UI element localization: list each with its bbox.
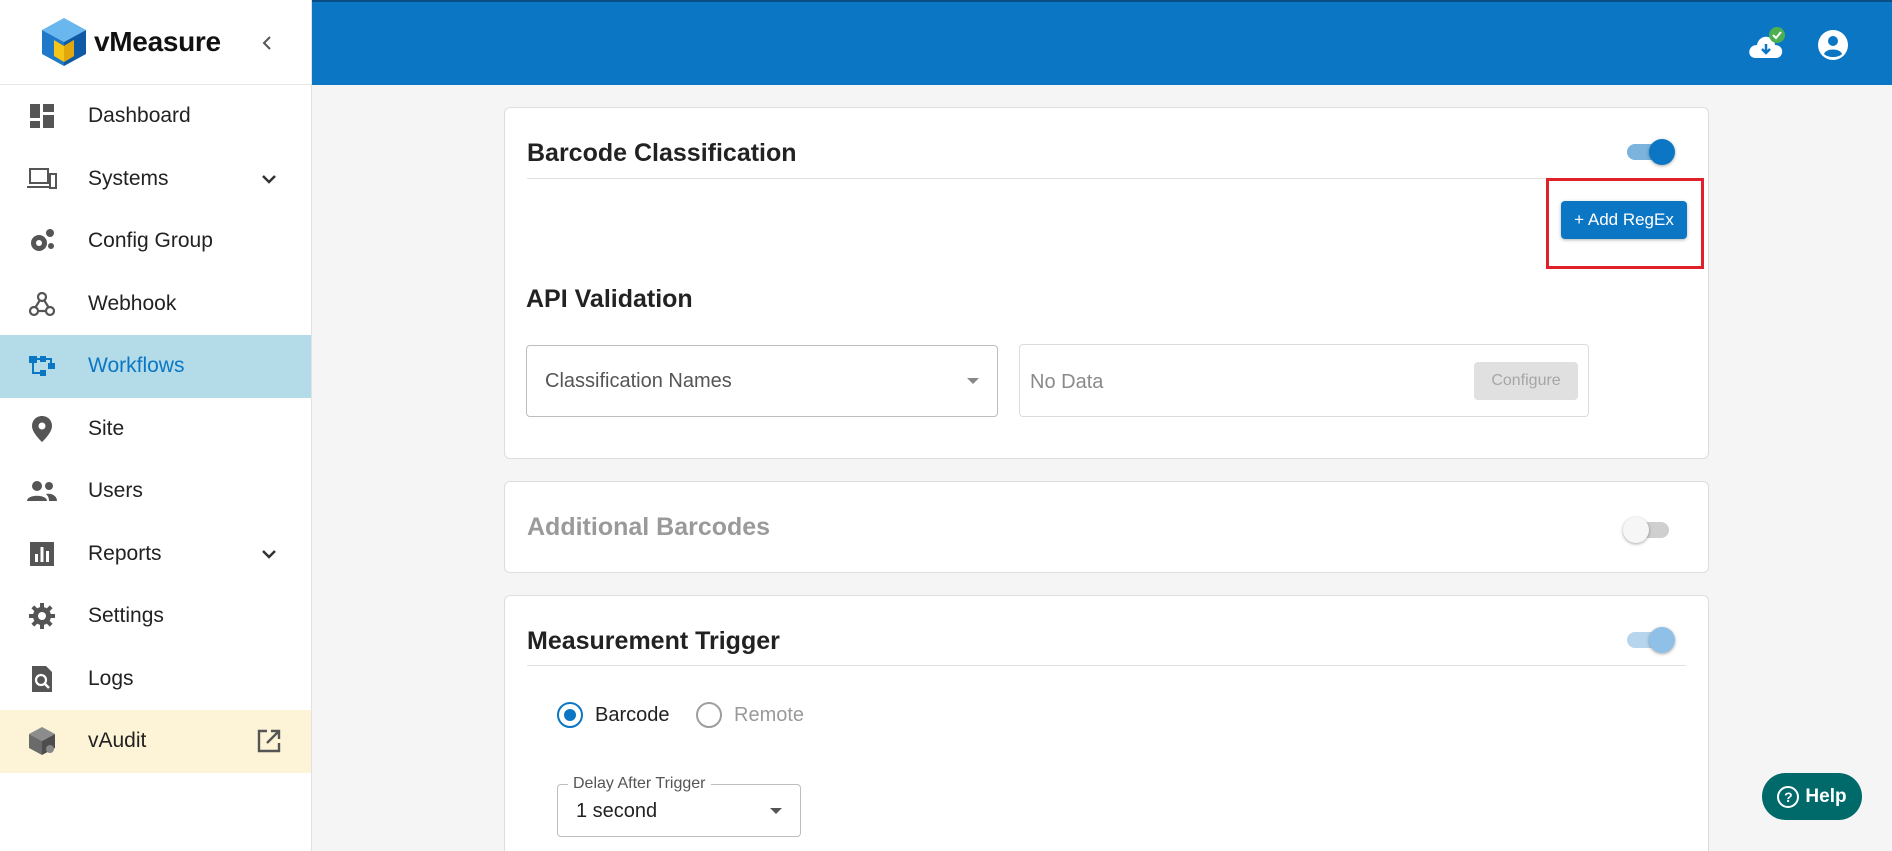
sidebar-item-label: Settings bbox=[88, 604, 164, 628]
barcode-classification-title: Barcode Classification bbox=[527, 139, 797, 167]
sidebar-item-label: Workflows bbox=[88, 354, 185, 378]
api-validation-field: No Data Configure bbox=[1019, 344, 1589, 417]
dashboard-icon bbox=[26, 100, 58, 132]
gear-icon bbox=[26, 600, 58, 632]
dropdown-caret-icon bbox=[967, 378, 979, 384]
chevron-down-icon[interactable] bbox=[257, 542, 281, 566]
devices-icon bbox=[26, 163, 58, 195]
sidebar-item-label: Site bbox=[88, 416, 125, 440]
add-regex-button[interactable]: + Add RegEx bbox=[1561, 201, 1687, 239]
cube-icon bbox=[26, 725, 58, 757]
delay-after-trigger-select[interactable]: Delay After Trigger 1 second bbox=[557, 775, 801, 837]
radio-barcode[interactable]: Barcode bbox=[557, 702, 670, 728]
help-button[interactable]: ? Help bbox=[1762, 773, 1862, 820]
sidebar-item-label: Dashboard bbox=[88, 104, 191, 128]
account-circle-icon[interactable] bbox=[1816, 28, 1850, 62]
sidebar-item-vaudit[interactable]: vAudit bbox=[0, 710, 311, 773]
collapse-sidebar-button[interactable] bbox=[253, 28, 283, 58]
brand-header: vMeasure bbox=[0, 0, 311, 85]
dropdown-caret-icon bbox=[770, 808, 782, 814]
help-label: Help bbox=[1805, 785, 1847, 807]
cloud-sync-icon[interactable] bbox=[1746, 26, 1786, 66]
config-gears-icon bbox=[26, 225, 58, 257]
sidebar-item-label: Webhook bbox=[88, 291, 177, 315]
sidebar-item-label: Logs bbox=[88, 666, 134, 690]
sidebar-item-webhook[interactable]: Webhook bbox=[0, 273, 311, 336]
no-data-text: No Data bbox=[1030, 371, 1104, 393]
sidebar-item-config-group[interactable]: Config Group bbox=[0, 210, 311, 273]
sidebar-item-label: Systems bbox=[88, 166, 169, 190]
sidebar-item-dashboard[interactable]: Dashboard bbox=[0, 85, 311, 148]
classification-names-placeholder: Classification Names bbox=[545, 370, 732, 392]
users-icon bbox=[26, 475, 58, 507]
radio-circle[interactable] bbox=[557, 702, 583, 728]
classification-names-select[interactable]: Classification Names bbox=[526, 345, 998, 417]
sidebar-item-settings[interactable]: Settings bbox=[0, 585, 311, 648]
measurement-trigger-title: Measurement Trigger bbox=[527, 627, 780, 655]
configure-button[interactable]: Configure bbox=[1474, 362, 1578, 400]
vmeasure-logo-icon bbox=[42, 18, 86, 66]
additional-barcodes-toggle[interactable] bbox=[1623, 515, 1673, 543]
radio-circle[interactable] bbox=[696, 702, 722, 728]
top-app-bar bbox=[312, 0, 1892, 85]
additional-barcodes-card: Additional Barcodes bbox=[504, 481, 1709, 573]
external-link-icon[interactable] bbox=[255, 727, 283, 755]
measurement-trigger-toggle[interactable] bbox=[1625, 625, 1675, 653]
delay-after-trigger-value: 1 second bbox=[576, 800, 658, 822]
radio-remote[interactable]: Remote bbox=[696, 702, 804, 728]
help-icon: ? bbox=[1777, 785, 1800, 808]
file-search-icon bbox=[26, 663, 58, 695]
chevron-down-icon[interactable] bbox=[257, 167, 281, 191]
sidebar-item-site[interactable]: Site bbox=[0, 398, 311, 461]
sidebar-nav: Dashboard Systems Config Group Webhook W… bbox=[0, 85, 311, 773]
chevron-left-icon bbox=[262, 36, 271, 50]
radio-label: Barcode bbox=[595, 703, 670, 726]
divider bbox=[527, 178, 1686, 179]
location-pin-icon bbox=[26, 413, 58, 445]
webhook-icon bbox=[26, 288, 58, 320]
sidebar-item-reports[interactable]: Reports bbox=[0, 523, 311, 586]
sidebar-item-logs[interactable]: Logs bbox=[0, 648, 311, 711]
divider bbox=[527, 665, 1686, 666]
sidebar-item-label: vAudit bbox=[88, 729, 147, 753]
sidebar-item-workflows[interactable]: Workflows bbox=[0, 335, 311, 398]
additional-barcodes-title: Additional Barcodes bbox=[527, 513, 771, 541]
api-validation-title: API Validation bbox=[526, 285, 693, 313]
barcode-classification-toggle[interactable] bbox=[1625, 137, 1675, 165]
bar-chart-icon bbox=[26, 538, 58, 570]
sidebar-item-label: Reports bbox=[88, 541, 162, 565]
sidebar-item-label: Users bbox=[88, 479, 143, 503]
radio-label: Remote bbox=[734, 703, 805, 726]
sidebar-item-users[interactable]: Users bbox=[0, 460, 311, 523]
sidebar-item-systems[interactable]: Systems bbox=[0, 148, 311, 211]
sidebar-item-label: Config Group bbox=[88, 229, 213, 253]
app-name: vMeasure bbox=[94, 26, 221, 57]
workflow-icon bbox=[26, 350, 58, 382]
sidebar: vMeasure Dashboard Systems Config Group bbox=[0, 0, 312, 851]
delay-after-trigger-label: Delay After Trigger bbox=[568, 775, 711, 793]
